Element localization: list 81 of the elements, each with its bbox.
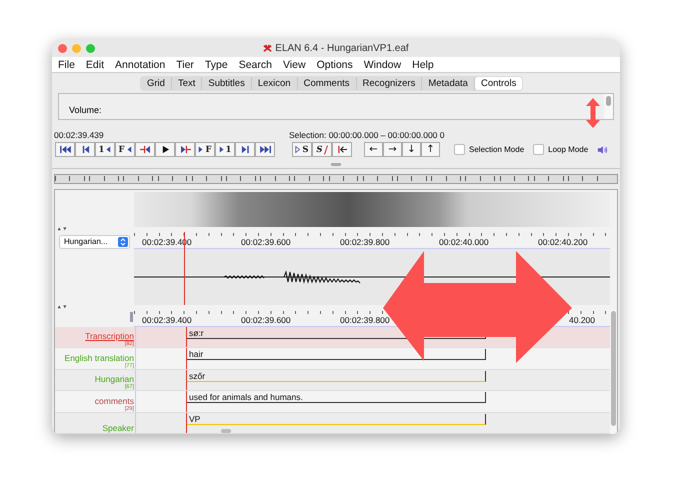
right-triangle-icon — [178, 145, 192, 154]
menu-item[interactable]: Tier — [170, 58, 199, 71]
tab[interactable]: Lexicon — [252, 76, 298, 90]
ruler-label: 00:02:39.600 — [241, 314, 291, 324]
volume-label: Volume: — [69, 104, 102, 115]
left-triangle-icon — [105, 145, 112, 154]
menu-item[interactable]: Edit — [80, 58, 110, 71]
menu-item[interactable]: Options — [310, 58, 358, 71]
playback-button[interactable] — [255, 142, 275, 158]
skip-to-start-icon — [58, 145, 72, 154]
playback-button[interactable]: F — [195, 142, 215, 158]
menu-item[interactable]: File — [52, 58, 80, 71]
right-triangle-icon — [198, 145, 204, 154]
left-triangle-icon — [138, 145, 152, 154]
tab[interactable]: Text — [172, 76, 202, 90]
selection-button[interactable]: S — [312, 142, 332, 158]
stepper-icon — [118, 236, 128, 246]
window-title: ELAN 6.4 - HungarianVP1.eaf — [275, 43, 409, 54]
playback-button[interactable] — [155, 142, 175, 158]
scrollbar[interactable] — [604, 94, 613, 119]
vertical-double-arrow-overlay — [586, 98, 600, 128]
collapse-arrows-icon[interactable] — [57, 305, 67, 309]
collapse-arrows-icon[interactable] — [57, 227, 67, 231]
navigation-button[interactable]: ← — [364, 142, 383, 158]
ruler-label: 00:02:39.800 — [340, 314, 390, 324]
ruler-label: 00:02:39.600 — [241, 236, 291, 246]
selection-button[interactable] — [332, 142, 352, 158]
playback-button[interactable]: 1 — [95, 142, 115, 158]
tab[interactable]: Comments — [298, 76, 357, 90]
navigation-button[interactable]: ↓ — [402, 142, 421, 158]
media-time: 00:02:39.439 — [54, 130, 105, 140]
left-triangle-icon — [126, 145, 132, 154]
right-triangle-icon — [295, 145, 302, 154]
playback-button[interactable]: 1 — [215, 142, 235, 158]
right-triangle-icon — [218, 145, 225, 154]
slash-icon — [324, 144, 328, 155]
tier-name[interactable]: Transcription — [85, 332, 134, 341]
playback-button[interactable] — [75, 142, 95, 158]
scrollbar[interactable] — [610, 310, 617, 434]
menu-item[interactable]: Search — [232, 58, 277, 71]
speaker-icon[interactable] — [597, 144, 608, 155]
ruler-label: 00:02:39.800 — [340, 236, 390, 246]
ruler-label: 00:02:39.400 — [142, 314, 192, 324]
checkbox-label: Loop Mode — [548, 145, 588, 154]
checkbox-label: Selection Mode — [469, 145, 524, 154]
tier-name[interactable]: comments — [94, 396, 134, 406]
menu-item[interactable]: Help — [406, 58, 439, 71]
navigation-button[interactable]: → — [383, 142, 402, 158]
selection-button[interactable]: S — [292, 142, 312, 158]
menu-item[interactable]: Annotation — [109, 58, 170, 71]
ruler-label: 40.200 — [569, 314, 595, 324]
navigation-button[interactable]: ↑ — [421, 142, 440, 158]
annotation[interactable]: VP — [186, 414, 486, 424]
app-logo-icon — [263, 44, 272, 54]
playback-button[interactable] — [135, 142, 155, 158]
menu-item[interactable]: Window — [358, 58, 406, 71]
skip-to-end-icon — [258, 145, 272, 154]
playback-button[interactable] — [55, 142, 75, 158]
playback-button[interactable] — [175, 142, 195, 158]
playback-button[interactable] — [235, 142, 255, 158]
tab[interactable]: Controls — [474, 76, 522, 90]
tier-row[interactable]: Speaker VP — [55, 412, 610, 434]
close-button[interactable] — [58, 44, 67, 54]
menu-item[interactable]: Type — [198, 58, 233, 71]
playback-button[interactable]: F — [115, 142, 135, 158]
tab[interactable]: Recognizers — [356, 76, 422, 90]
scrollbar-thumb[interactable] — [221, 429, 231, 433]
tier-dropdown[interactable]: Hungarian... — [59, 234, 130, 248]
menu-item[interactable]: View — [276, 58, 311, 71]
ruler-label: 00:02:40.000 — [439, 236, 489, 246]
annotation[interactable]: szőr — [186, 370, 486, 382]
ruler-label: 00:02:40.200 — [538, 236, 588, 246]
selection-info: Selection: 00:00:00.000 – 00:00:00.000 0 — [289, 130, 444, 140]
checkbox[interactable] — [454, 144, 465, 156]
tab[interactable]: Subtitles — [202, 76, 252, 90]
arrow-to-bar-icon — [336, 145, 348, 154]
annotation[interactable]: used for animals and humans. — [186, 392, 486, 403]
splitter-handle[interactable] — [331, 162, 341, 166]
tab[interactable]: Grid — [141, 76, 172, 90]
checkbox[interactable] — [533, 144, 544, 156]
ruler-handle[interactable] — [130, 312, 133, 322]
